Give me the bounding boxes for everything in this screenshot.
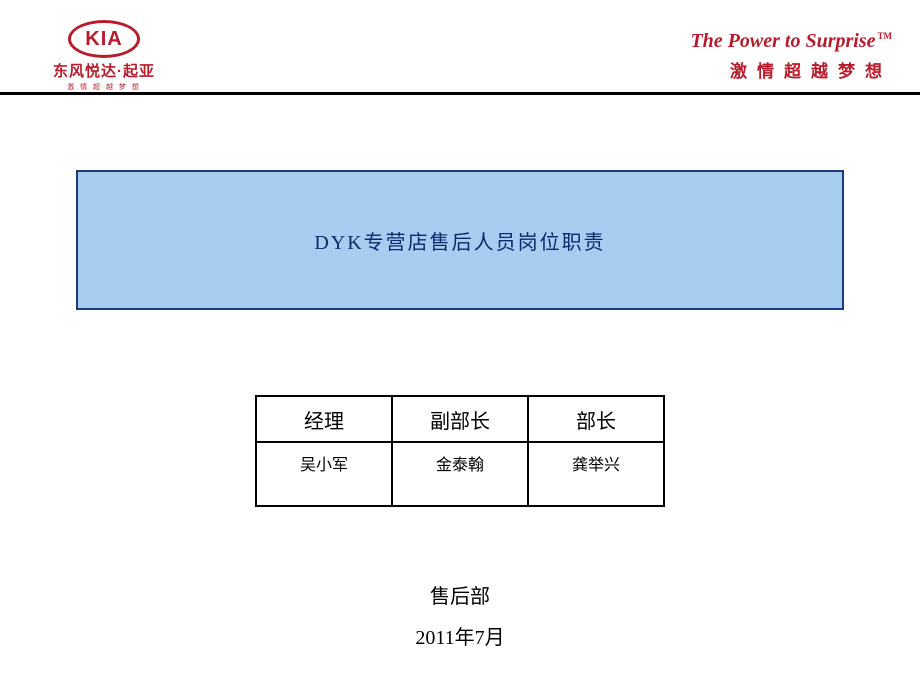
header-cell-director: 部长	[528, 396, 664, 442]
logo-left: KIA 东风悦达·起亚 激 情 超 越 梦 想	[24, 20, 184, 92]
body-cell-manager: 吴小军	[256, 442, 392, 506]
tm-mark: TM	[878, 31, 893, 41]
brand-sub: 激 情 超 越 梦 想	[24, 82, 184, 92]
header-cell-manager: 经理	[256, 396, 392, 442]
body-cell-director: 龚举兴	[528, 442, 664, 506]
slogan-cn: 激情超越梦想	[690, 57, 892, 82]
kia-logo-text: KIA	[85, 28, 122, 51]
table-body-row: 吴小军 金泰翰 龚举兴	[256, 442, 664, 506]
body-cell-deputy: 金泰翰	[392, 442, 528, 506]
kia-logo-icon: KIA	[68, 20, 140, 58]
title-text: DYK专营店售后人员岗位职责	[314, 226, 605, 255]
footer: 售后部 2011年7月	[0, 580, 920, 650]
header-cell-deputy: 副部长	[392, 396, 528, 442]
logo-right: The Power to SurpriseTM 激情超越梦想	[690, 30, 892, 82]
slogan-en: The Power to SurpriseTM	[690, 30, 892, 53]
slogan-en-text: The Power to Surprise	[690, 30, 875, 52]
table-header-row: 经理 副部长 部长	[256, 396, 664, 442]
title-block: DYK专营店售后人员岗位职责	[76, 170, 844, 310]
brand-cn: 东风悦达·起亚	[24, 60, 184, 81]
signature-table: 经理 副部长 部长 吴小军 金泰翰 龚举兴	[255, 395, 665, 507]
footer-dept: 售后部	[0, 580, 920, 609]
header: KIA 东风悦达·起亚 激 情 超 越 梦 想 The Power to Sur…	[0, 0, 920, 95]
footer-date: 2011年7月	[0, 621, 920, 650]
